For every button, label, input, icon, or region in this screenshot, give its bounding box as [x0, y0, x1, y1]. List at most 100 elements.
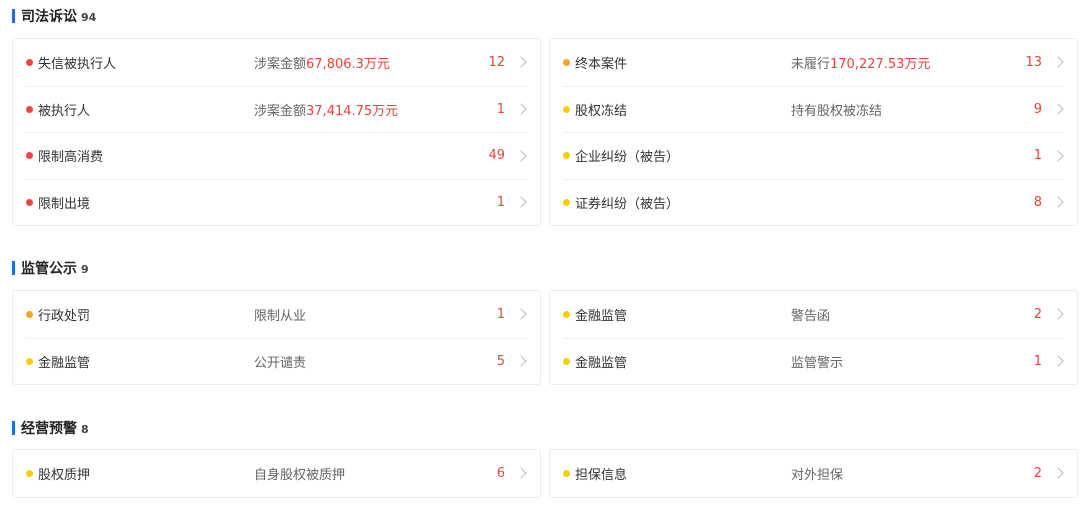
- section-header: 司法诉讼 94: [12, 6, 1078, 26]
- risk-label: 行政处罚: [38, 308, 91, 324]
- risk-label: 担保信息: [575, 467, 628, 483]
- risk-description: 监管警示: [791, 352, 843, 371]
- risk-card: 失信被执行人 涉案金额67,806.3万元 12 被执行人 涉案金额37,414.75万…: [12, 38, 541, 226]
- risk-count[interactable]: 13: [1025, 55, 1042, 70]
- risk-description-text: 涉案金额: [254, 103, 307, 119]
- chevron-right-icon[interactable]: [515, 467, 527, 479]
- risk-description-text: 警告函: [791, 308, 831, 324]
- status-dot-icon: [563, 357, 570, 365]
- chevron-right-icon[interactable]: [515, 355, 527, 367]
- risk-count[interactable]: 5: [497, 354, 505, 369]
- risk-row[interactable]: 被执行人 涉案金额37,414.75万元 1: [26, 85, 527, 133]
- status-dot-icon: [563, 105, 570, 113]
- risk-row[interactable]: 终本案件 未履行170,227.53万元 13: [563, 39, 1064, 86]
- risk-count[interactable]: 1: [497, 307, 505, 322]
- risk-row[interactable]: 企业纠纷（被告） 1: [563, 132, 1064, 179]
- risk-description-text: 限制从业: [254, 308, 307, 324]
- risk-count[interactable]: 1: [497, 195, 505, 210]
- risk-count[interactable]: 8: [1034, 195, 1042, 210]
- risk-label: 金融监管: [575, 308, 628, 324]
- section-cards: 股权质押 自身股权被质押 6 担保信息 对外担保 2: [12, 449, 1078, 498]
- risk-count[interactable]: 1: [1034, 354, 1042, 369]
- status-dot-icon: [26, 357, 33, 365]
- status-dot-icon: [563, 198, 570, 206]
- risk-description: 未履行170,227.53万元: [791, 53, 930, 72]
- chevron-right-icon[interactable]: [515, 103, 527, 115]
- risk-row[interactable]: 金融监管 警告函 2: [563, 291, 1064, 338]
- risk-description: 警告函: [791, 305, 830, 324]
- risk-card: 行政处罚 限制从业 1 金融监管 公开谴责 5: [12, 290, 541, 385]
- section-accent-bar: [12, 9, 15, 23]
- section-cards: 失信被执行人 涉案金额67,806.3万元 12 被执行人 涉案金额37,414.75万…: [12, 38, 1078, 226]
- risk-count[interactable]: 2: [1034, 466, 1042, 481]
- risk-amount: 37,414.75万元: [306, 103, 399, 119]
- status-dot-icon: [563, 310, 570, 318]
- risk-label: 限制出境: [38, 196, 91, 212]
- risk-row[interactable]: 金融监管 监管警示 1: [563, 337, 1064, 385]
- risk-count[interactable]: 1: [497, 102, 505, 117]
- chevron-right-icon[interactable]: [1052, 103, 1064, 115]
- chevron-right-icon[interactable]: [1052, 308, 1064, 320]
- chevron-right-icon[interactable]: [1052, 467, 1064, 479]
- risk-count[interactable]: 6: [497, 466, 505, 481]
- section-1: 监管公示 9 行政处罚 限制从业 1 金融监管 公开谴责 5 金融监管 警告函 2 金融监管 监管警示 1: [12, 258, 1078, 385]
- status-dot-icon: [26, 58, 33, 66]
- risk-label: 金融监管: [575, 355, 628, 371]
- risk-description: 持有股权被冻结: [791, 100, 882, 119]
- section-header: 监管公示 9: [12, 258, 1078, 278]
- risk-description: 公开谴责: [254, 352, 306, 371]
- risk-label: 失信被执行人: [38, 56, 117, 72]
- risk-label: 证券纠纷（被告）: [575, 196, 680, 212]
- status-dot-icon: [563, 58, 570, 66]
- risk-label: 股权冻结: [575, 103, 628, 119]
- risk-label: 企业纠纷（被告）: [575, 150, 680, 166]
- section-count: 8: [81, 422, 89, 436]
- risk-row[interactable]: 金融监管 公开谴责 5: [26, 337, 527, 385]
- risk-description: 自身股权被质押: [254, 464, 345, 483]
- risk-description-text: 涉案金额: [254, 56, 307, 72]
- risk-description-text: 自身股权被质押: [254, 467, 346, 483]
- risk-description-text: 对外担保: [791, 467, 844, 483]
- section-0: 司法诉讼 94 失信被执行人 涉案金额67,806.3万元 12 被执行人 涉案金额37,4…: [12, 6, 1078, 226]
- section-header: 经营预警 8: [12, 418, 1078, 438]
- section-count: 94: [81, 10, 97, 24]
- status-dot-icon: [563, 469, 570, 477]
- risk-row[interactable]: 限制高消费 49: [26, 132, 527, 179]
- risk-count[interactable]: 2: [1034, 307, 1042, 322]
- risk-amount: 170,227.53万元: [830, 56, 931, 72]
- status-dot-icon: [26, 105, 33, 113]
- chevron-right-icon[interactable]: [1052, 56, 1064, 68]
- chevron-right-icon[interactable]: [515, 308, 527, 320]
- risk-description: 对外担保: [791, 464, 843, 483]
- chevron-right-icon[interactable]: [515, 56, 527, 68]
- risk-row[interactable]: 证券纠纷（被告） 8: [563, 178, 1064, 226]
- risk-label: 被执行人: [38, 103, 91, 119]
- chevron-right-icon[interactable]: [1052, 355, 1064, 367]
- risk-card: 终本案件 未履行170,227.53万元 13 股权冻结 持有股权被冻结 9 企业纠纷（被告…: [549, 38, 1078, 226]
- risk-row[interactable]: 行政处罚 限制从业 1: [26, 291, 527, 338]
- risk-label: 股权质押: [38, 467, 91, 483]
- section-2: 经营预警 8 股权质押 自身股权被质押 6 担保信息 对外担保 2: [12, 418, 1078, 498]
- risk-label: 金融监管: [38, 355, 91, 371]
- status-dot-icon: [26, 198, 33, 206]
- risk-description-text: 未履行: [791, 56, 831, 72]
- risk-count[interactable]: 9: [1034, 102, 1042, 117]
- risk-count[interactable]: 49: [488, 148, 505, 163]
- chevron-right-icon[interactable]: [1052, 150, 1064, 162]
- risk-row[interactable]: 失信被执行人 涉案金额67,806.3万元 12: [26, 39, 527, 86]
- risk-row[interactable]: 担保信息 对外担保 2: [563, 450, 1064, 497]
- chevron-right-icon[interactable]: [1052, 196, 1064, 208]
- risk-card: 担保信息 对外担保 2: [549, 449, 1078, 498]
- status-dot-icon: [563, 152, 570, 160]
- risk-count[interactable]: 1: [1034, 148, 1042, 163]
- chevron-right-icon[interactable]: [515, 196, 527, 208]
- section-title: 司法诉讼: [21, 9, 77, 25]
- chevron-right-icon[interactable]: [515, 150, 527, 162]
- risk-row[interactable]: 股权冻结 持有股权被冻结 9: [563, 85, 1064, 133]
- risk-row[interactable]: 股权质押 自身股权被质押 6: [26, 450, 527, 497]
- status-dot-icon: [26, 152, 33, 160]
- status-dot-icon: [26, 469, 33, 477]
- risk-count[interactable]: 12: [488, 55, 505, 70]
- risk-row[interactable]: 限制出境 1: [26, 178, 527, 226]
- risk-description-text: 公开谴责: [254, 355, 307, 371]
